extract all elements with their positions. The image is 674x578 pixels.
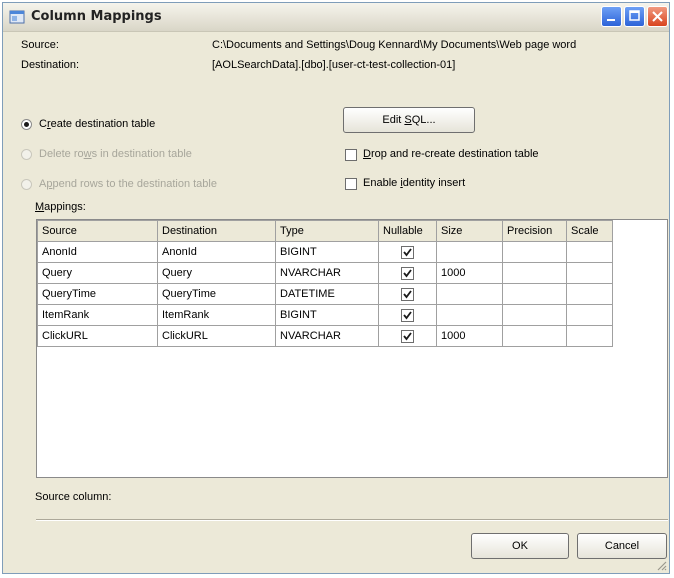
size-cell[interactable]	[436, 304, 503, 326]
maximize-icon	[629, 10, 640, 21]
source-value: C:\Documents and Settings\Doug Kennard\M…	[212, 39, 577, 51]
table-row[interactable]: QueryTime QueryTime DATETIME	[37, 283, 613, 305]
destination-cell[interactable]: AnonId	[157, 241, 276, 263]
column-mappings-dialog: Column Mappings Source: C:\Documents and…	[2, 2, 670, 574]
drop-recreate-checkbox[interactable]	[345, 149, 357, 161]
close-icon	[652, 11, 663, 22]
destination-cell[interactable]: ItemRank	[157, 304, 276, 326]
window-title: Column Mappings	[31, 9, 162, 24]
size-cell[interactable]	[436, 241, 503, 263]
nullable-checkbox[interactable]	[401, 287, 414, 301]
type-cell[interactable]: NVARCHAR	[275, 325, 379, 347]
radio-selected-dot	[24, 122, 29, 127]
minimize-button[interactable]	[601, 6, 622, 27]
cancel-button[interactable]: Cancel	[577, 533, 667, 559]
create-table-radio[interactable]	[21, 119, 32, 130]
precision-cell[interactable]	[502, 325, 567, 347]
nullable-checkbox[interactable]	[401, 245, 414, 259]
scale-cell[interactable]	[566, 241, 613, 263]
table-row[interactable]: ClickURL ClickURL NVARCHAR 1000	[37, 325, 613, 347]
table-row[interactable]: ItemRank ItemRank BIGINT	[37, 304, 613, 326]
nullable-checkbox[interactable]	[401, 308, 414, 322]
column-header-precision[interactable]: Precision	[502, 220, 567, 242]
scale-cell[interactable]	[566, 325, 613, 347]
ok-button[interactable]: OK	[471, 533, 569, 559]
mappings-table: Source Destination Type Nullable Size Pr…	[37, 220, 613, 347]
maximize-button[interactable]	[624, 6, 645, 27]
column-header-type[interactable]: Type	[275, 220, 379, 242]
checkmark-icon	[403, 268, 412, 277]
nullable-cell[interactable]	[378, 325, 437, 347]
checkmark-icon	[403, 247, 412, 256]
footer-divider	[36, 519, 668, 521]
destination-cell[interactable]: Query	[157, 262, 276, 284]
checkmark-icon	[403, 289, 412, 298]
precision-cell[interactable]	[502, 241, 567, 263]
title-bar[interactable]: Column Mappings	[3, 3, 669, 32]
close-button[interactable]	[647, 6, 668, 27]
append-rows-radio[interactable]	[21, 179, 32, 190]
scale-cell[interactable]	[566, 283, 613, 305]
size-cell[interactable]: 1000	[436, 262, 503, 284]
type-cell[interactable]: NVARCHAR	[275, 262, 379, 284]
table-row[interactable]: Query Query NVARCHAR 1000	[37, 262, 613, 284]
type-cell[interactable]: DATETIME	[275, 283, 379, 305]
minimize-icon	[607, 19, 615, 21]
column-header-size[interactable]: Size	[436, 220, 503, 242]
nullable-cell[interactable]	[378, 304, 437, 326]
source-cell[interactable]: QueryTime	[37, 283, 158, 305]
source-cell[interactable]: ItemRank	[37, 304, 158, 326]
identity-insert-checkbox[interactable]	[345, 178, 357, 190]
checkmark-icon	[403, 310, 412, 319]
app-window-icon	[9, 10, 25, 24]
destination-cell[interactable]: ClickURL	[157, 325, 276, 347]
edit-sql-button[interactable]: Edit SQL...	[343, 107, 475, 133]
column-header-scale[interactable]: Scale	[566, 220, 613, 242]
precision-cell[interactable]	[502, 283, 567, 305]
destination-value: [AOLSearchData].[dbo].[user-ct-test-coll…	[212, 59, 456, 71]
create-table-label[interactable]: Create destination table	[39, 118, 155, 130]
column-header-nullable[interactable]: Nullable	[378, 220, 437, 242]
source-cell[interactable]: Query	[37, 262, 158, 284]
delete-rows-radio[interactable]	[21, 149, 32, 160]
append-rows-label[interactable]: Append rows to the destination table	[39, 178, 217, 190]
source-column-label: Source column:	[35, 491, 112, 503]
checkmark-icon	[403, 331, 412, 340]
source-cell[interactable]: ClickURL	[37, 325, 158, 347]
identity-insert-label[interactable]: Enable identity insert	[363, 177, 465, 189]
type-cell[interactable]: BIGINT	[275, 304, 379, 326]
column-header-source[interactable]: Source	[37, 220, 158, 242]
scale-cell[interactable]	[566, 262, 613, 284]
nullable-checkbox[interactable]	[401, 329, 414, 343]
destination-label: Destination:	[21, 59, 80, 71]
column-header-destination[interactable]: Destination	[157, 220, 276, 242]
nullable-cell[interactable]	[378, 262, 437, 284]
size-cell[interactable]: 1000	[436, 325, 503, 347]
table-row[interactable]: AnonId AnonId BIGINT	[37, 241, 613, 263]
resize-grip-icon[interactable]	[655, 559, 667, 571]
mappings-grid[interactable]: Source Destination Type Nullable Size Pr…	[36, 219, 668, 478]
scale-cell[interactable]	[566, 304, 613, 326]
delete-rows-label[interactable]: Delete rows in destination table	[39, 148, 192, 160]
type-cell[interactable]: BIGINT	[275, 241, 379, 263]
nullable-cell[interactable]	[378, 283, 437, 305]
source-label: Source:	[21, 39, 59, 51]
destination-cell[interactable]: QueryTime	[157, 283, 276, 305]
nullable-cell[interactable]	[378, 241, 437, 263]
mappings-label: Mappings:	[35, 201, 86, 213]
precision-cell[interactable]	[502, 262, 567, 284]
source-cell[interactable]: AnonId	[37, 241, 158, 263]
nullable-checkbox[interactable]	[401, 266, 414, 280]
size-cell[interactable]	[436, 283, 503, 305]
precision-cell[interactable]	[502, 304, 567, 326]
drop-recreate-label[interactable]: Drop and re-create destination table	[363, 148, 539, 160]
mappings-header-row: Source Destination Type Nullable Size Pr…	[37, 220, 613, 242]
